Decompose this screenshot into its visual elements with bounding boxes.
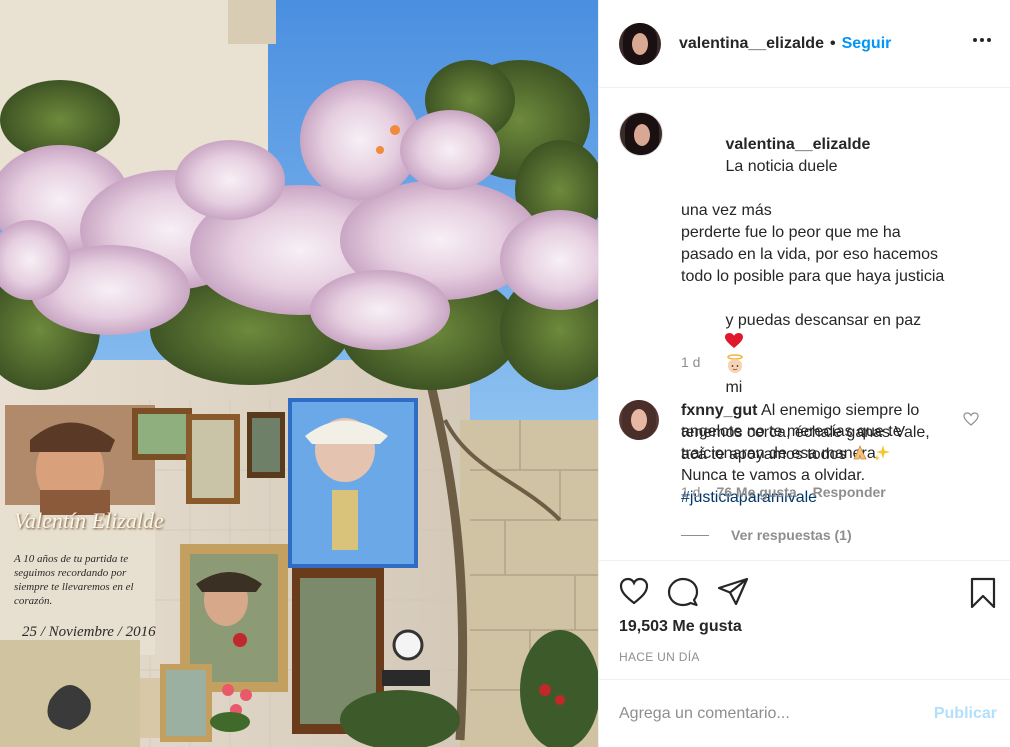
caption-line: todo lo posible para que haya justicia bbox=[681, 268, 945, 285]
comment-line: tenemos cerca, échale ganas Vale, bbox=[681, 424, 930, 441]
replies-divider bbox=[681, 534, 709, 536]
photo-banner-name: Valentín Elizalde bbox=[14, 508, 164, 533]
header-username[interactable]: valentina__elizalde bbox=[679, 35, 824, 53]
share-icon[interactable] bbox=[717, 577, 749, 605]
comment-username[interactable]: fxnny_gut bbox=[681, 402, 757, 419]
publish-button[interactable]: Publicar bbox=[934, 705, 997, 723]
avatar[interactable] bbox=[619, 22, 661, 65]
red-heart-emoji-icon bbox=[725, 333, 744, 348]
post-container: Valentín Elizalde A 10 años de tu partid… bbox=[0, 0, 1010, 747]
avatar-face bbox=[634, 124, 650, 146]
comment-input[interactable] bbox=[619, 704, 934, 723]
caption-avatar[interactable] bbox=[619, 112, 663, 156]
photo-banner-date: 25 / Noviembre / 2016 bbox=[22, 624, 156, 640]
comment-time[interactable]: 1 d bbox=[681, 484, 700, 500]
more-options-icon[interactable] bbox=[971, 30, 993, 50]
caption-line: perderte fue lo peor que me ha bbox=[681, 224, 901, 241]
actions-bar bbox=[599, 560, 1010, 620]
heart-icon[interactable] bbox=[619, 577, 649, 605]
post-header: valentina__elizalde • Seguir bbox=[599, 0, 1010, 88]
avatar-face bbox=[631, 409, 647, 431]
save-icon[interactable] bbox=[969, 577, 997, 609]
view-replies-button[interactable]: Ver respuestas (1) bbox=[681, 527, 852, 543]
caption-time[interactable]: 1 d bbox=[681, 354, 700, 370]
post-photo[interactable]: Valentín Elizalde A 10 años de tu partid… bbox=[0, 0, 598, 747]
post-side-panel: valentina__elizalde • Seguir valentina__… bbox=[598, 0, 1010, 747]
photo-banner-message: A 10 años de tu partida te seguimos reco… bbox=[14, 553, 134, 607]
caption-username[interactable]: valentina__elizalde bbox=[725, 136, 870, 153]
comment-like-heart-icon[interactable] bbox=[963, 412, 979, 426]
comment-icon[interactable] bbox=[667, 577, 699, 607]
caption-line: una vez más bbox=[681, 202, 772, 219]
follow-button[interactable]: Seguir bbox=[842, 35, 892, 53]
caption-line: La noticia duele bbox=[725, 158, 838, 175]
header-separator: • bbox=[829, 34, 836, 52]
folded-hands-emoji-icon bbox=[853, 444, 867, 460]
reply-button[interactable]: Responder bbox=[813, 484, 886, 500]
comment-text: fxnny_gut Al enemigo siempre lo tenemos … bbox=[681, 400, 951, 466]
comment-likes-count[interactable]: 76 Me gusta bbox=[716, 484, 796, 500]
avatar-face bbox=[632, 32, 648, 55]
caption-line: y puedas descansar en paz bbox=[725, 312, 922, 329]
comment-line: acá te apoyamos todos bbox=[681, 446, 847, 463]
caption-line: pasado en la vida, por eso hacemos bbox=[681, 246, 939, 263]
view-replies-label: Ver respuestas (1) bbox=[731, 527, 852, 543]
sparkles-emoji-icon bbox=[874, 445, 891, 461]
comment-line: Al enemigo siempre lo bbox=[761, 402, 920, 419]
comment-meta: 1 d 76 Me gusta Responder bbox=[681, 484, 886, 500]
caption-line: mi bbox=[725, 379, 743, 396]
post-time[interactable]: HACE UN DÍA bbox=[619, 650, 700, 664]
add-comment-bar: Publicar bbox=[599, 679, 1010, 747]
angel-emoji-icon bbox=[727, 354, 744, 373]
likes-count[interactable]: 19,503 Me gusta bbox=[619, 618, 742, 636]
comment-item: fxnny_gut Al enemigo siempre lo tenemos … bbox=[619, 400, 991, 466]
comment-avatar[interactable] bbox=[619, 400, 659, 440]
